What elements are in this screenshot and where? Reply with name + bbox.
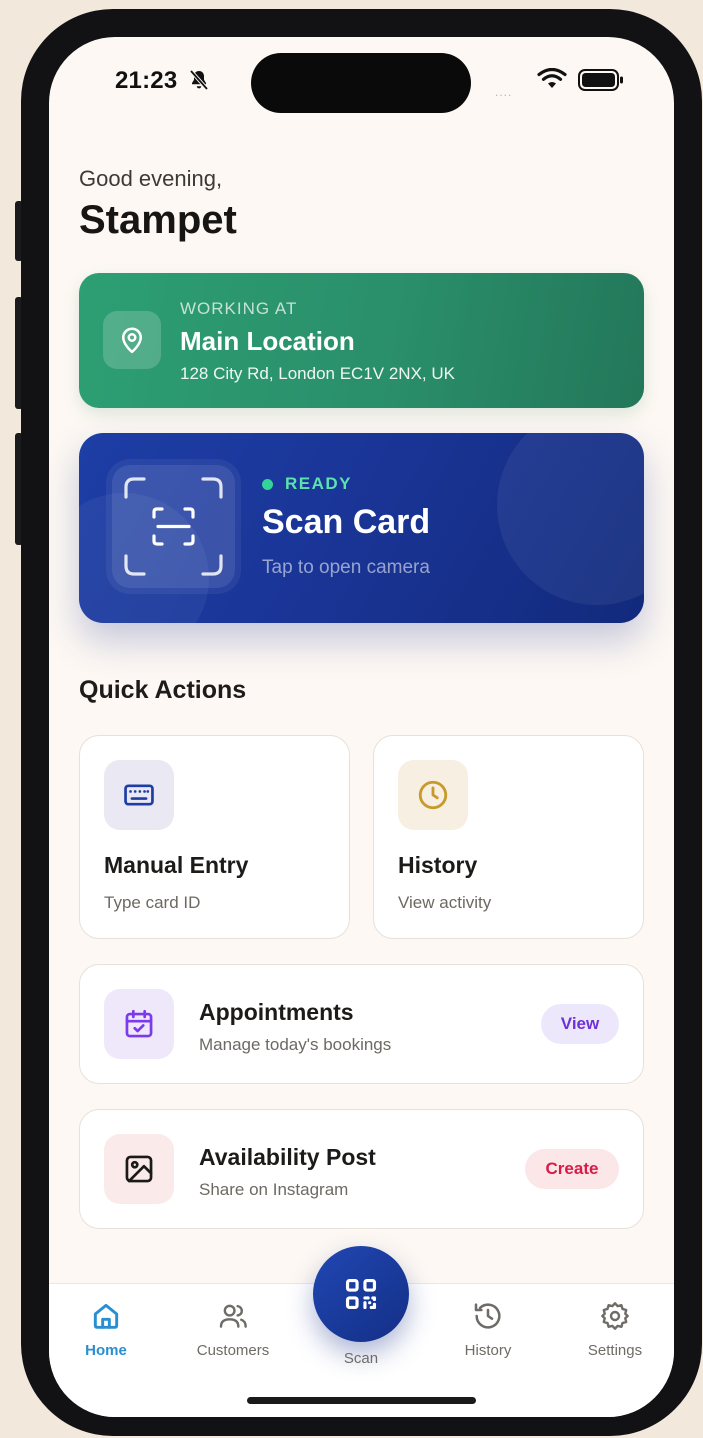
- dynamic-island: [251, 53, 471, 113]
- location-icon-box: [103, 311, 161, 369]
- availability-post-card[interactable]: Availability Post Share on Instagram Cre…: [79, 1109, 644, 1229]
- battery-icon: [578, 69, 623, 91]
- quick-actions-heading: Quick Actions: [79, 676, 247, 704]
- availability-title: Availability Post: [199, 1144, 376, 1170]
- clock-icon: [418, 780, 448, 810]
- greeting-text: Good evening,: [79, 166, 223, 191]
- tab-home-label: Home: [85, 1342, 127, 1359]
- scan-icon-box: [112, 465, 235, 588]
- scan-card-subtitle: Tap to open camera: [262, 557, 430, 578]
- location-overline: WORKING AT: [180, 299, 298, 318]
- availability-icon-box: [104, 1134, 174, 1204]
- qr-code-icon: [345, 1278, 377, 1310]
- location-address: 128 City Rd, London EC1V 2NX, UK: [180, 364, 455, 383]
- bell-slash-icon: [189, 69, 209, 91]
- availability-subtitle: Share on Instagram: [199, 1180, 349, 1199]
- phone-screen: 21:23 .... Good evening, Stampet WORKING…: [49, 37, 674, 1417]
- calendar-check-icon: [125, 1009, 153, 1038]
- cellular-signal: ....: [495, 85, 513, 99]
- view-appointments-button[interactable]: View: [541, 1004, 619, 1044]
- history-icon-box: [398, 760, 468, 830]
- manual-entry-title: Manual Entry: [104, 852, 249, 878]
- history-tile[interactable]: History View activity: [373, 735, 644, 939]
- manual-entry-icon-box: [104, 760, 174, 830]
- tab-scan-label: Scan: [343, 1350, 379, 1367]
- scan-card-title: Scan Card: [262, 503, 431, 541]
- status-dot: [262, 478, 273, 490]
- manual-entry-tile[interactable]: Manual Entry Type card ID: [79, 735, 350, 939]
- working-location-card[interactable]: WORKING AT Main Location 128 City Rd, Lo…: [79, 273, 644, 408]
- scan-card-button[interactable]: READY Scan Card Tap to open camera: [79, 433, 644, 623]
- tab-customers[interactable]: Customers: [178, 1300, 288, 1359]
- home-icon: [93, 1303, 119, 1329]
- tab-settings[interactable]: Settings: [560, 1300, 670, 1359]
- users-icon: [219, 1304, 247, 1328]
- history-icon: [474, 1303, 501, 1329]
- history-title: History: [398, 852, 478, 878]
- tab-home[interactable]: Home: [51, 1300, 161, 1359]
- tab-history-label: History: [464, 1342, 512, 1359]
- scan-fab-button[interactable]: [313, 1246, 409, 1342]
- appointments-subtitle: Manage today's bookings: [199, 1035, 392, 1054]
- wifi-icon: [537, 68, 567, 88]
- gear-icon: [601, 1302, 629, 1330]
- tab-history[interactable]: History: [433, 1300, 543, 1359]
- home-indicator: [247, 1397, 476, 1404]
- history-subtitle: View activity: [398, 893, 492, 912]
- tab-customers-label: Customers: [196, 1342, 270, 1359]
- image-icon: [125, 1155, 153, 1183]
- manual-entry-subtitle: Type card ID: [104, 893, 201, 912]
- map-pin-icon: [122, 327, 142, 354]
- scan-status: READY: [262, 474, 352, 494]
- appointments-title: Appointments: [199, 999, 354, 1025]
- appointments-card[interactable]: Appointments Manage today's bookings Vie…: [79, 964, 644, 1084]
- decorative-circle: [497, 433, 644, 605]
- user-name: Stampet: [79, 198, 237, 242]
- location-name: Main Location: [180, 326, 355, 356]
- keyboard-icon: [124, 784, 154, 806]
- status-time: 21:23: [115, 67, 178, 94]
- create-post-button[interactable]: Create: [525, 1149, 619, 1189]
- appointments-icon-box: [104, 989, 174, 1059]
- status-label: READY: [285, 474, 353, 493]
- scan-frame-icon: [124, 477, 223, 576]
- tab-settings-label: Settings: [587, 1342, 643, 1359]
